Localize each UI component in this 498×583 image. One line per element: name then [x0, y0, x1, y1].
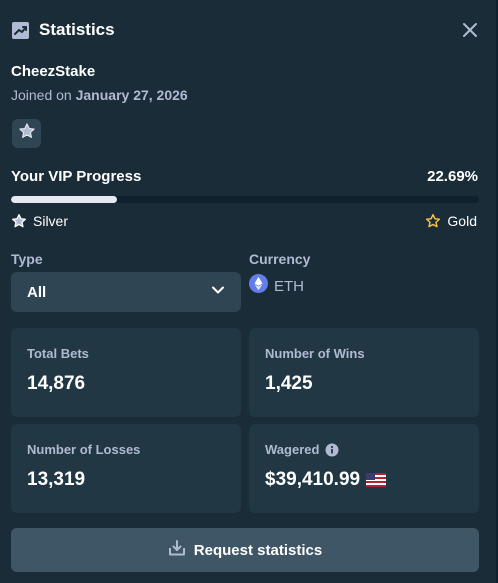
type-select-value: All: [27, 283, 47, 301]
current-tier: Silver: [11, 213, 68, 229]
silver-star-icon: [12, 214, 26, 228]
close-icon[interactable]: [460, 20, 480, 40]
download-icon: [168, 539, 186, 562]
info-icon[interactable]: [325, 443, 339, 457]
usd-flag-icon: [366, 473, 387, 487]
next-tier: Gold: [425, 213, 477, 229]
modal-header: Statistics: [11, 18, 477, 42]
request-statistics-button[interactable]: Request statistics: [11, 528, 479, 572]
wagered-value: $39,410.99: [265, 469, 361, 490]
chevron-down-icon: [211, 283, 225, 302]
currency-display: ETH: [249, 274, 304, 298]
gold-star-icon: [426, 213, 441, 228]
vip-progress-value: 22.69%: [427, 168, 478, 185]
currency-label: Currency: [249, 251, 311, 267]
stat-card-wagered: Wagered $39,410.99: [249, 424, 479, 513]
joined-date: January 27, 2026: [75, 87, 188, 103]
type-label: Type: [11, 251, 43, 267]
current-tier-label: Silver: [33, 213, 69, 229]
wagered-amount: $39,410.99: [265, 469, 463, 491]
wagered-label: Wagered: [265, 442, 320, 457]
joined-prefix: Joined on: [11, 87, 72, 103]
modal-title: Statistics: [39, 20, 115, 39]
username: CheezStake: [11, 63, 96, 80]
wagered-header: Wagered: [265, 442, 463, 457]
chart-icon: [11, 20, 31, 40]
stat-card-wins: Number of Wins 1,425: [249, 328, 479, 417]
total-bets-label: Total Bets: [27, 346, 89, 361]
total-bets-value: 14,876: [27, 373, 86, 394]
eth-icon: [249, 274, 268, 298]
losses-value: 13,319: [27, 469, 86, 490]
joined-date-text: Joined on January 27, 2026: [11, 87, 188, 103]
vip-progress-label: Your VIP Progress: [11, 168, 142, 185]
losses-label: Number of Losses: [27, 442, 141, 457]
request-statistics-label: Request statistics: [193, 541, 323, 559]
statistics-modal: Statistics CheezStake Joined on January …: [0, 0, 498, 583]
vip-progress-bar: [11, 196, 479, 203]
currency-value: ETH: [274, 277, 304, 295]
stat-card-total-bets: Total Bets 14,876: [11, 328, 241, 417]
type-select[interactable]: All: [11, 272, 241, 312]
wins-label: Number of Wins: [265, 346, 365, 361]
stat-card-losses: Number of Losses 13,319: [11, 424, 241, 513]
wins-value: 1,425: [265, 373, 313, 394]
star-icon: [18, 122, 36, 145]
rank-badge: [12, 119, 41, 148]
next-tier-label: Gold: [447, 213, 477, 229]
vip-progress-fill: [11, 196, 118, 203]
